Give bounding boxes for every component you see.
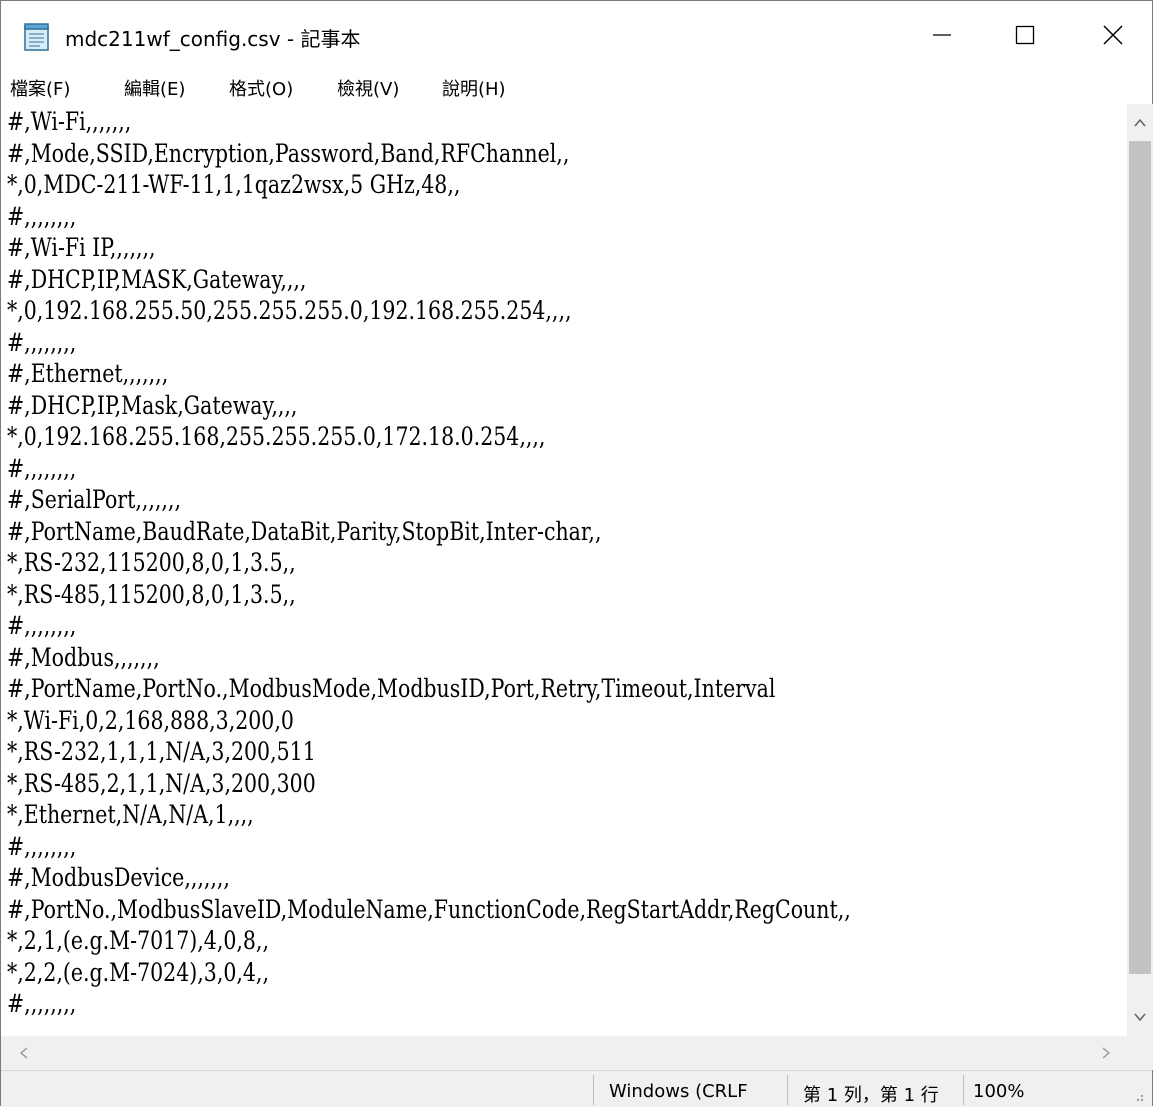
scroll-down-icon[interactable] xyxy=(1134,1012,1146,1022)
text-line: #,,,,,,,, xyxy=(7,611,77,640)
text-line: #,PortName,BaudRate,DataBit,Parity,StopB… xyxy=(7,516,602,546)
text-line: *,2,1,(e.g.M-7017),4,0,8,, xyxy=(7,926,269,955)
menu-edit[interactable]: 編輯(E) xyxy=(124,75,185,101)
status-separator xyxy=(963,1075,964,1105)
text-line: #,Ethernet,,,,,,, xyxy=(7,359,169,388)
text-line: *,Wi-Fi,0,2,168,888,3,200,0 xyxy=(7,705,294,735)
text-editor[interactable]: #,Wi-Fi,,,,,,, #,Mode,SSID,Encryption,Pas… xyxy=(1,104,1127,1036)
text-line: *,RS-485,2,1,1,N/A,3,200,300 xyxy=(7,768,316,798)
menu-view[interactable]: 檢視(V) xyxy=(337,75,399,101)
text-line: #,Wi-Fi IP,,,,,,, xyxy=(7,233,156,262)
text-line: #,PortNo.,ModbusSlaveID,ModuleName,Funct… xyxy=(7,894,851,924)
status-cursor-position: 第 1 列，第 1 行 xyxy=(803,1085,939,1106)
text-line: #,Wi-Fi,,,,,,, xyxy=(7,107,132,136)
text-line: *,RS-232,1,1,1,N/A,3,200,511 xyxy=(7,737,316,766)
window-title: mdc211wf_config.csv - 記事本 xyxy=(65,27,361,51)
status-bar: Windows (CRLF 第 1 列，第 1 行 100% xyxy=(1,1070,1152,1107)
text-line: #,PortName,PortNo.,ModbusMode,ModbusID,P… xyxy=(7,674,776,703)
menu-bar: 檔案(F) 編輯(E) 格式(O) 檢視(V) 說明(H) xyxy=(1,69,1152,103)
status-line-ending: Windows (CRLF xyxy=(609,1081,748,1102)
status-separator xyxy=(787,1075,788,1105)
scroll-up-icon[interactable] xyxy=(1134,118,1146,128)
text-line: *,0,192.168.255.168,255.255.255.0,172.18… xyxy=(7,422,546,451)
text-line: *,Ethernet,N/A,N/A,1,,,, xyxy=(7,800,254,829)
horizontal-scrollbar[interactable] xyxy=(1,1036,1127,1070)
notepad-window: mdc211wf_config.csv - 記事本 檔案(F) 編輯(E) 格式… xyxy=(0,0,1153,1107)
text-line: #,ModbusDevice,,,,,,, xyxy=(7,863,230,892)
text-line: *,RS-485,115200,8,0,1,3.5,, xyxy=(7,579,296,609)
text-line: *,0,MDC-211-WF-11,1,1qaz2wsx,5 GHz,48,, xyxy=(7,170,461,199)
text-line: #,Mode,SSID,Encryption,Password,Band,RFC… xyxy=(7,138,570,168)
close-icon xyxy=(1103,25,1123,45)
text-line: #,,,,,,,, xyxy=(7,989,77,1018)
maximize-icon xyxy=(1015,25,1035,45)
maximize-button[interactable] xyxy=(996,1,1054,69)
menu-file[interactable]: 檔案(F) xyxy=(10,75,70,101)
menu-format[interactable]: 格式(O) xyxy=(229,75,293,101)
vertical-scroll-thumb[interactable] xyxy=(1129,141,1151,974)
scrollbar-corner xyxy=(1127,1036,1153,1070)
text-line: *,0,192.168.255.50,255.255.255.0,192.168… xyxy=(7,296,572,325)
scroll-left-icon[interactable] xyxy=(19,1047,29,1059)
text-line: #,,,,,,,, xyxy=(7,831,77,861)
text-line: #,,,,,,,, xyxy=(7,453,77,483)
status-zoom: 100% xyxy=(973,1081,1025,1102)
text-line: *,RS-232,115200,8,0,1,3.5,, xyxy=(7,548,296,577)
scroll-right-icon[interactable] xyxy=(1101,1047,1111,1059)
close-button[interactable] xyxy=(1084,1,1142,69)
resize-grip-icon[interactable] xyxy=(1129,1087,1145,1103)
text-line: #,DHCP,IP,Mask,Gateway,,,, xyxy=(7,390,298,420)
text-line: #,Modbus,,,,,,, xyxy=(7,642,160,672)
text-line: #,SerialPort,,,,,,, xyxy=(7,485,181,514)
text-line: #,DHCP,IP,MASK,Gateway,,,, xyxy=(7,264,307,294)
minimize-button[interactable] xyxy=(913,1,971,69)
text-line: #,,,,,,,, xyxy=(7,201,77,231)
title-bar[interactable]: mdc211wf_config.csv - 記事本 xyxy=(1,1,1152,69)
menu-help[interactable]: 說明(H) xyxy=(442,75,506,101)
text-line: *,2,2,(e.g.M-7024),3,0,4,, xyxy=(7,957,269,987)
notepad-app-icon xyxy=(24,23,49,51)
status-separator xyxy=(593,1075,594,1105)
text-line: #,,,,,,,, xyxy=(7,327,77,357)
minimize-icon xyxy=(933,34,951,36)
